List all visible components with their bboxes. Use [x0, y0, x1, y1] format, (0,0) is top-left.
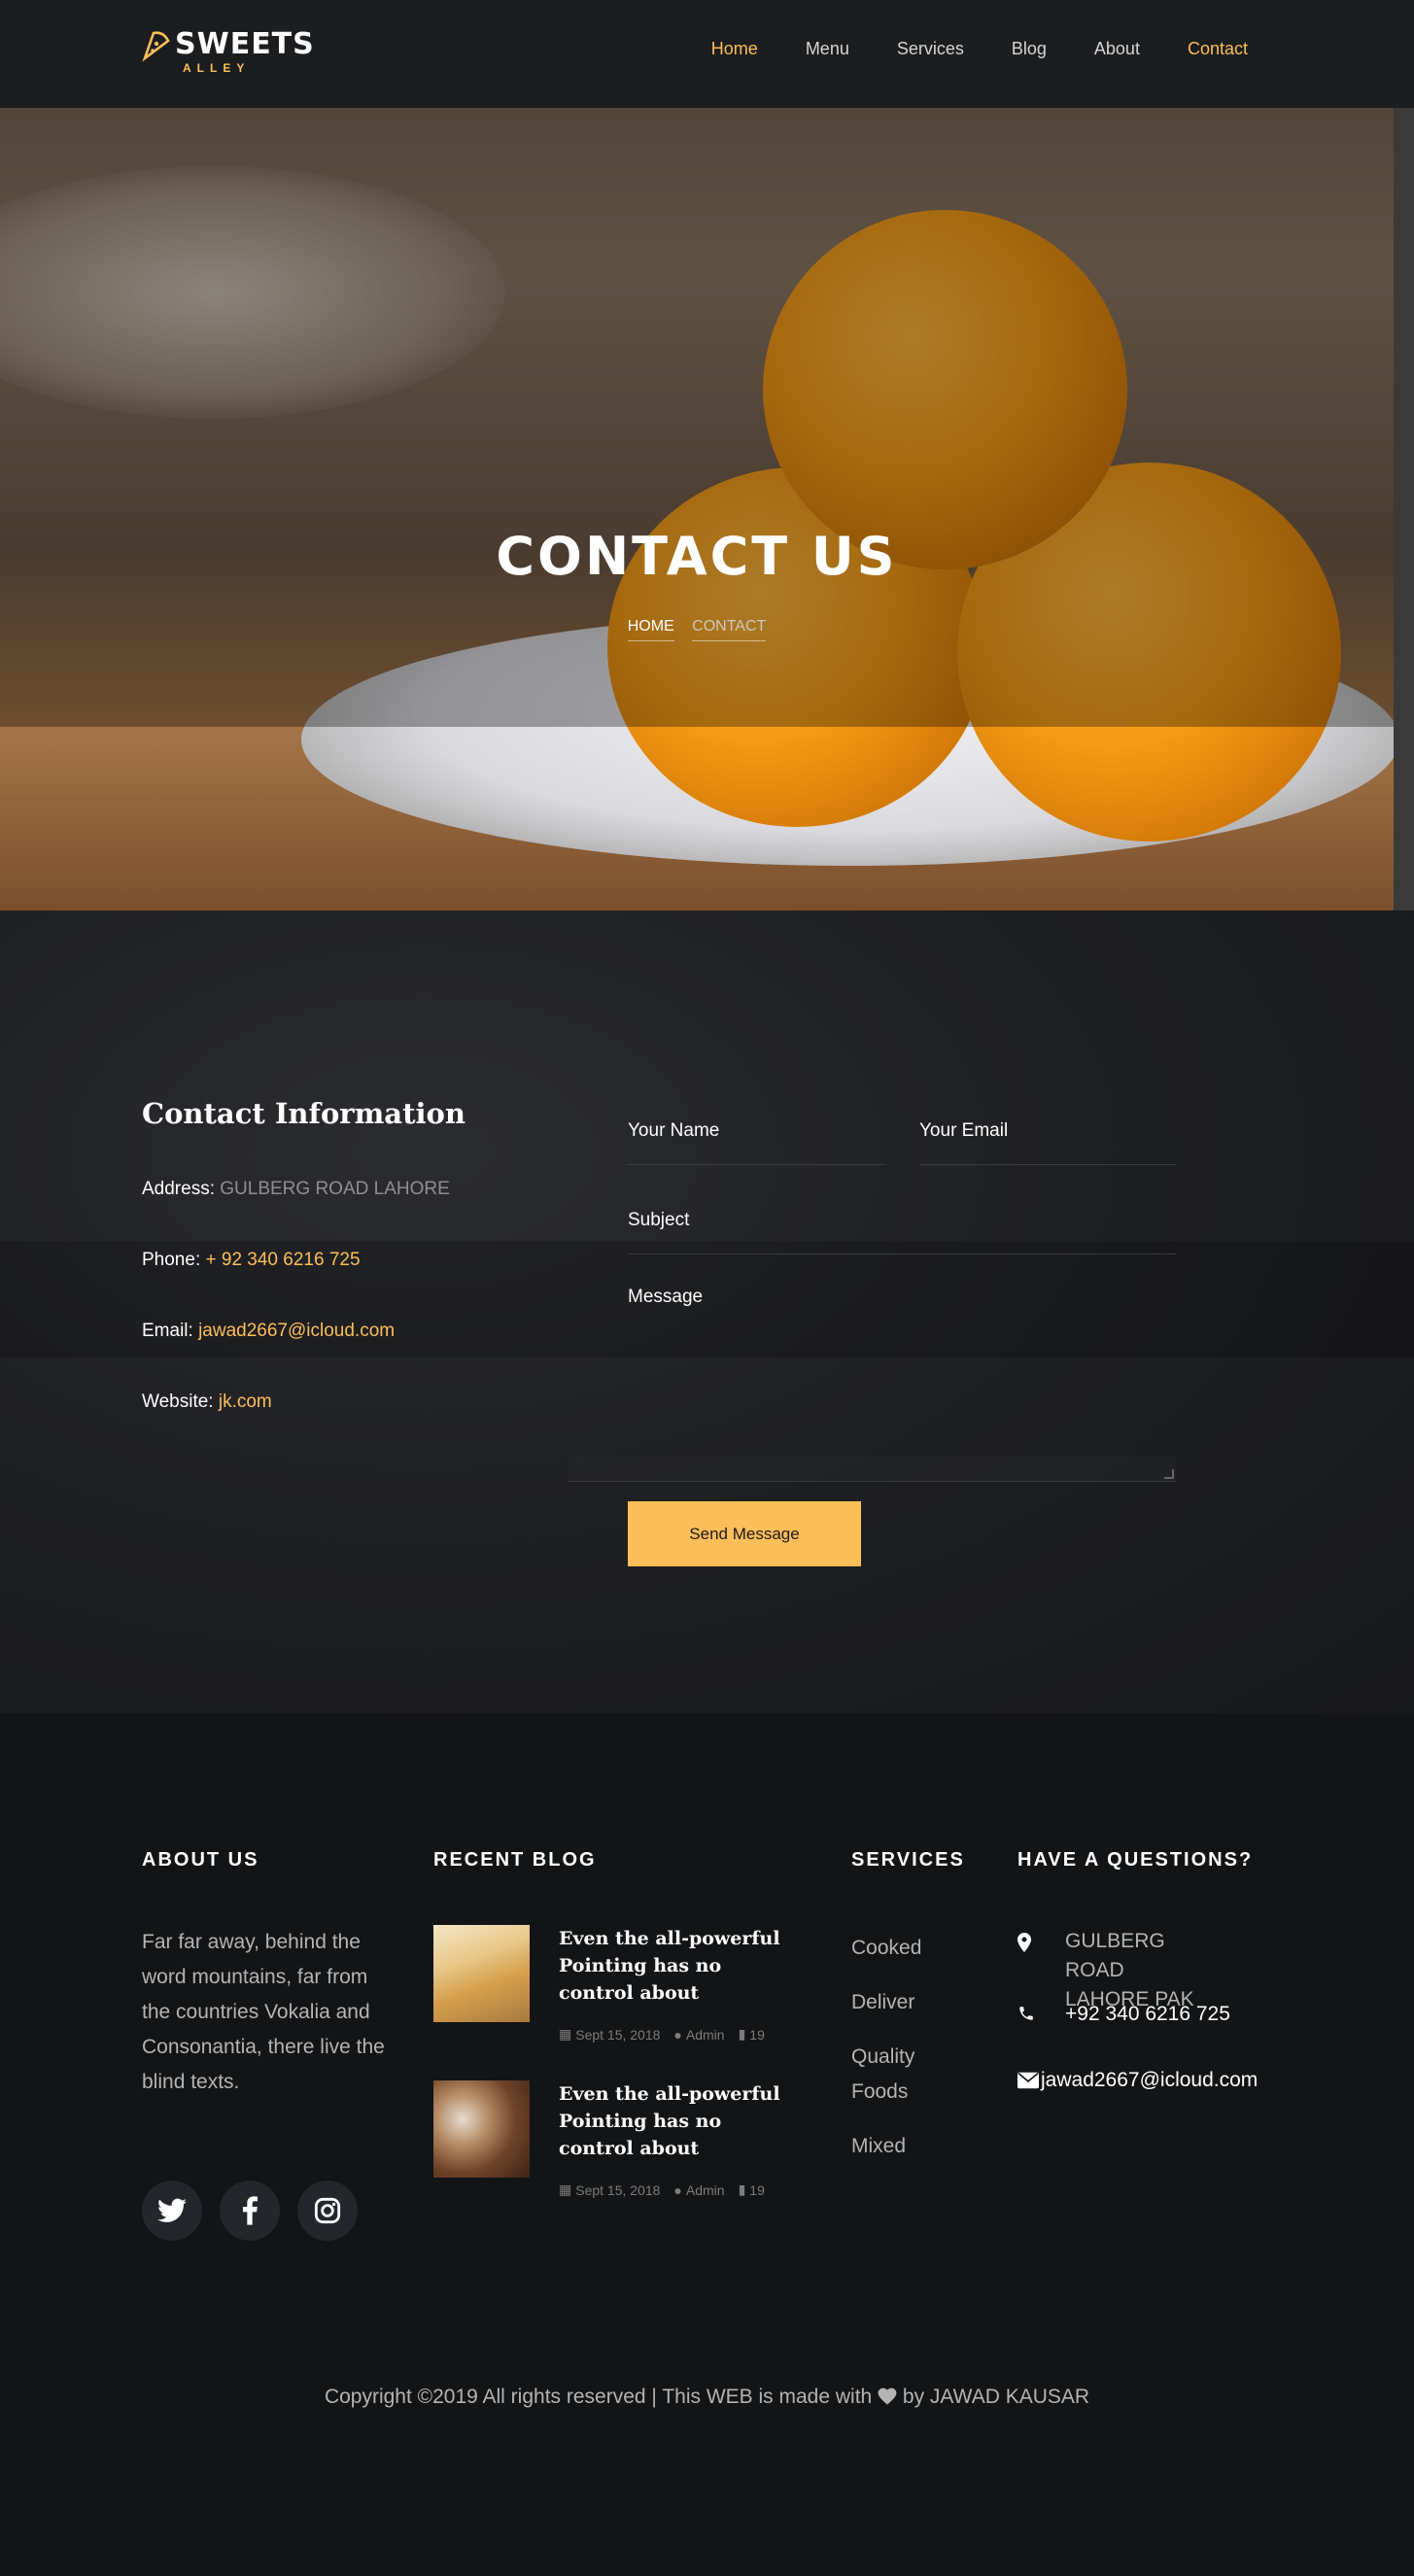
- contact-email-row: Email: jawad2667@icloud.com: [142, 1321, 395, 1342]
- website-link[interactable]: jk.com: [219, 1391, 272, 1412]
- brand-tagline: ALLEY: [183, 61, 251, 75]
- footer-phone-text: +92 340 6216 725: [1065, 2003, 1230, 2025]
- top-navbar: SWEETS ALLEY Home Menu Services Blog Abo…: [0, 0, 1414, 108]
- send-message-button[interactable]: Send Message: [628, 1501, 861, 1566]
- main-menu: Home Menu Services Blog About Contact: [711, 39, 1248, 59]
- blog-author-text: Admin: [685, 2026, 725, 2043]
- user-icon: ●: [673, 2181, 682, 2198]
- blog-author[interactable]: ● Admin: [673, 2027, 724, 2043]
- address-label: Address:: [142, 1179, 215, 1199]
- footer-email[interactable]: jawad2667@icloud.com: [1017, 2069, 1258, 2092]
- blog-post-meta: ▦ Sept 15, 2018 ● Admin ▮ 19: [559, 2026, 765, 2043]
- footer-services-heading: SERVICES: [851, 1849, 965, 1871]
- map-pin-icon: [1017, 1933, 1031, 1952]
- email-placeholder: Your Email: [919, 1120, 1009, 1141]
- message-placeholder: Message: [628, 1287, 704, 1307]
- footer-about-heading: ABOUT US: [142, 1849, 259, 1871]
- blog-thumbnail[interactable]: [433, 1925, 530, 2022]
- comment-icon: ▮: [738, 2181, 746, 2197]
- copyright-text: Copyright ©2019 All rights reserved | Th…: [324, 2386, 873, 2408]
- phone-label: Phone:: [142, 1250, 201, 1270]
- contact-phone-row: Phone: + 92 340 6216 725: [142, 1250, 361, 1271]
- blog-post-title[interactable]: Even the all-powerful Pointing has no co…: [559, 1925, 792, 2007]
- facebook-link[interactable]: [220, 2181, 280, 2241]
- blog-date-text: Sept 15, 2018: [575, 2181, 661, 2198]
- subject-input[interactable]: Subject: [628, 1200, 1176, 1254]
- instagram-link[interactable]: [297, 2181, 358, 2241]
- site-footer: ABOUT US Far far away, behind the word m…: [0, 1713, 1414, 2576]
- sweet-slice-icon: [142, 31, 170, 62]
- contact-section: Contact Information Address: GULBERG ROA…: [0, 910, 1414, 1713]
- nav-services[interactable]: Services: [897, 39, 964, 59]
- calendar-icon: ▦: [559, 2181, 572, 2197]
- blog-author[interactable]: ● Admin: [673, 2182, 724, 2198]
- blog-thumbnail[interactable]: [433, 2080, 530, 2178]
- breadcrumb-home[interactable]: HOME: [627, 618, 674, 641]
- subject-placeholder: Subject: [628, 1210, 690, 1230]
- nav-menu[interactable]: Menu: [806, 39, 849, 59]
- blog-author-text: Admin: [685, 2181, 725, 2198]
- footer-blog-heading: RECENT BLOG: [433, 1849, 597, 1871]
- name-placeholder: Your Name: [628, 1120, 720, 1141]
- brand-name: SWEETS: [175, 27, 315, 61]
- footer-address: GULBERG ROAD LAHORE PAK: [1017, 1927, 1202, 2014]
- footer-phone[interactable]: +92 340 6216 725: [1017, 2003, 1230, 2026]
- website-label: Website:: [142, 1391, 214, 1412]
- email-label: Email:: [142, 1321, 193, 1341]
- twitter-icon: [157, 2198, 187, 2222]
- contact-info-title: Contact Information: [142, 1097, 466, 1130]
- address-value: GULBERG ROAD LAHORE: [220, 1179, 450, 1199]
- hero-banner: CONTACT US HOME CONTACT: [0, 108, 1394, 910]
- blog-comments[interactable]: ▮ 19: [739, 2026, 765, 2043]
- envelope-icon: [1017, 2072, 1039, 2089]
- calendar-icon: ▦: [559, 2026, 572, 2042]
- name-input[interactable]: Your Name: [628, 1111, 885, 1165]
- email-input[interactable]: Your Email: [919, 1111, 1176, 1165]
- blog-post-meta: ▦ Sept 15, 2018 ● Admin ▮ 19: [559, 2181, 765, 2198]
- user-icon: ●: [673, 2026, 682, 2043]
- nav-home[interactable]: Home: [711, 39, 758, 59]
- heart-icon: [878, 2387, 897, 2405]
- footer-address-text: GULBERG ROAD LAHORE PAK: [1065, 1930, 1194, 2010]
- copyright-line: Copyright ©2019 All rights reserved | Th…: [0, 2386, 1414, 2409]
- blog-post-title[interactable]: Even the all-powerful Pointing has no co…: [559, 2080, 792, 2162]
- phone-link[interactable]: + 92 340 6216 725: [206, 1250, 361, 1270]
- comment-icon: ▮: [738, 2026, 746, 2042]
- nav-contact[interactable]: Contact: [1188, 39, 1248, 59]
- nav-about[interactable]: About: [1094, 39, 1140, 59]
- hero-edge-strip: [1394, 108, 1414, 910]
- facebook-icon: [242, 2196, 258, 2225]
- blog-post[interactable]: Even the all-powerful Pointing has no co…: [433, 2080, 803, 2207]
- message-textarea-edge: [569, 1456, 1176, 1482]
- message-textarea[interactable]: Message: [628, 1277, 1176, 1482]
- footer-about-text: Far far away, behind the word mountains,…: [142, 1931, 385, 2093]
- copyright-author[interactable]: by JAWAD KAUSAR: [903, 2386, 1089, 2408]
- footer-questions-heading: HAVE A QUESTIONS?: [1017, 1849, 1254, 1871]
- phone-icon: [1019, 2007, 1033, 2020]
- instagram-icon: [314, 2197, 341, 2224]
- contact-address-row: Address: GULBERG ROAD LAHORE: [142, 1179, 450, 1200]
- service-link-mixed[interactable]: Mixed: [851, 2129, 968, 2164]
- email-link[interactable]: jawad2667@icloud.com: [198, 1321, 395, 1341]
- service-link-deliver[interactable]: Deliver: [851, 1985, 968, 2020]
- blog-comments[interactable]: ▮ 19: [739, 2181, 765, 2198]
- blog-comments-count: 19: [749, 2181, 765, 2198]
- footer-email-text: jawad2667@icloud.com: [1041, 2069, 1259, 2091]
- blog-date[interactable]: ▦ Sept 15, 2018: [559, 2026, 660, 2043]
- twitter-link[interactable]: [142, 2181, 202, 2241]
- nav-blog[interactable]: Blog: [1012, 39, 1047, 59]
- breadcrumb-current: CONTACT: [692, 618, 767, 641]
- service-link-quality-foods[interactable]: Quality Foods: [851, 2040, 968, 2110]
- blog-date-text: Sept 15, 2018: [575, 2026, 661, 2043]
- blog-post[interactable]: Even the all-powerful Pointing has no co…: [433, 1925, 803, 2051]
- page-title: CONTACT US: [496, 526, 898, 587]
- breadcrumb: HOME CONTACT: [0, 618, 1394, 641]
- contact-website-row: Website: jk.com: [142, 1391, 272, 1413]
- blog-comments-count: 19: [749, 2026, 765, 2043]
- resize-handle-icon[interactable]: [1164, 1469, 1174, 1479]
- service-link-cooked[interactable]: Cooked: [851, 1931, 968, 1966]
- blog-date[interactable]: ▦ Sept 15, 2018: [559, 2181, 660, 2198]
